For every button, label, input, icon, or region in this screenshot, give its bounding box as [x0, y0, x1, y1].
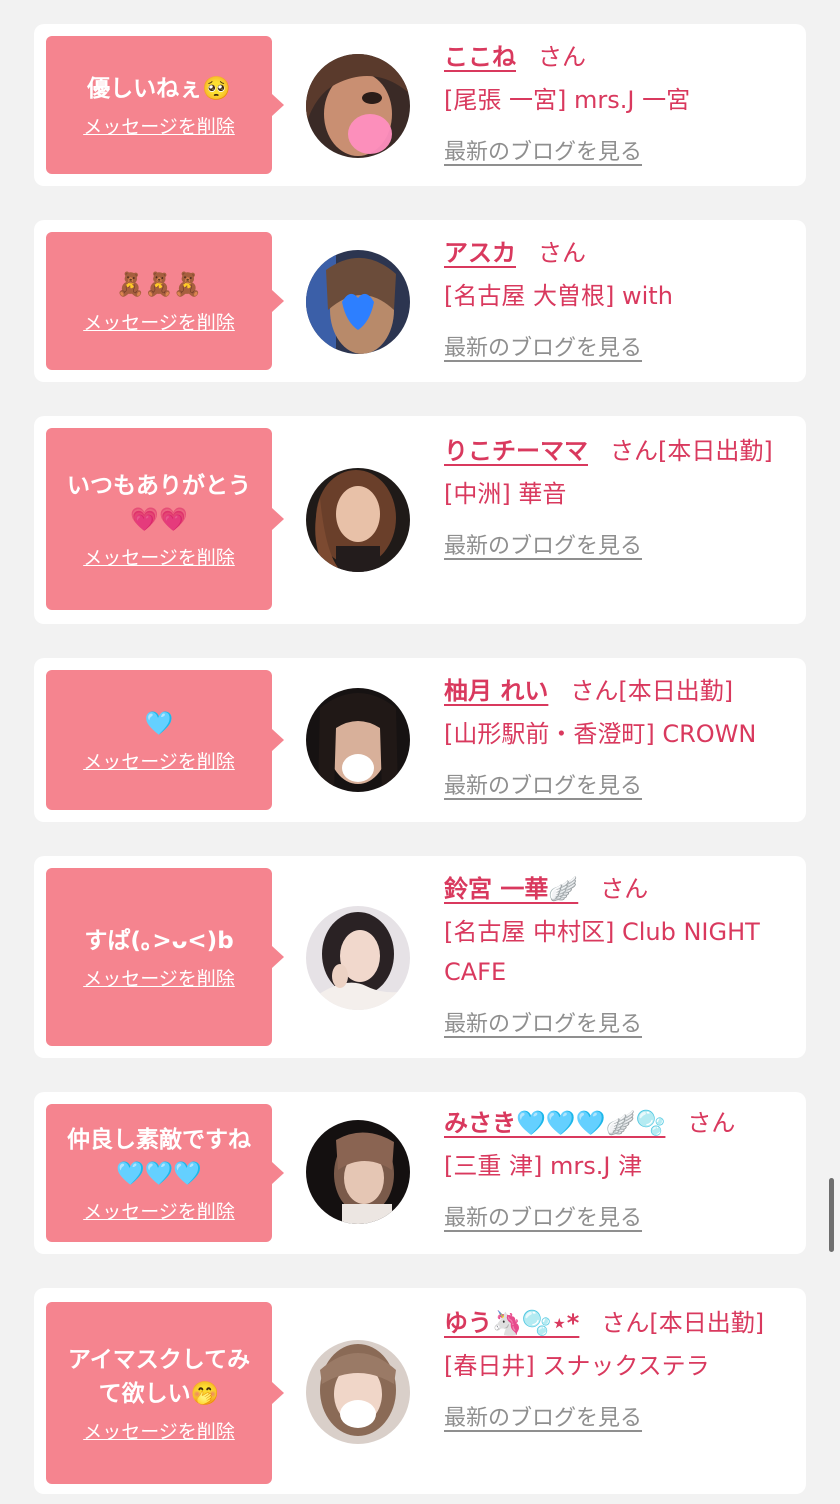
- delete-message-link[interactable]: メッセージを削除: [83, 308, 235, 335]
- delete-message-link[interactable]: メッセージを削除: [83, 1197, 235, 1224]
- latest-blog-link[interactable]: 最新のブログを見る: [444, 134, 642, 166]
- honorific: さん: [600, 875, 649, 903]
- sender-name-link[interactable]: 鈴宮 一華🪽: [444, 875, 578, 903]
- sender-name-link[interactable]: アスカ: [444, 239, 516, 267]
- shop-name: [尾張 一宮] mrs.J 一宮: [444, 86, 691, 114]
- shop-name: [名古屋 中村区] Club NIGHT CAFE: [444, 918, 760, 986]
- delete-message-link[interactable]: メッセージを削除: [83, 112, 235, 139]
- message-card: 🧸🧸🧸 メッセージを削除 アスカ さん [名古屋 大曽根] with 最新のブログ…: [34, 220, 806, 382]
- delete-message-link[interactable]: メッセージを削除: [83, 747, 235, 774]
- message-text: アイマスクしてみ て欲しい🤭: [67, 1346, 251, 1407]
- message-text: いつもありがとう 💗💗: [67, 472, 251, 533]
- message-card: アイマスクしてみ て欲しい🤭 メッセージを削除 ゆう🦄🫧⋆* さん[本日出勤] […: [34, 1288, 806, 1494]
- latest-blog-link[interactable]: 最新のブログを見る: [444, 1400, 642, 1432]
- message-text: 優しいねぇ🥺: [87, 75, 231, 102]
- latest-blog-link[interactable]: 最新のブログを見る: [444, 528, 642, 560]
- sender-name-link[interactable]: ここね: [444, 43, 516, 71]
- message-bubble: 🩵 メッセージを削除: [46, 670, 284, 810]
- avatar[interactable]: [306, 468, 410, 572]
- avatar[interactable]: [306, 250, 410, 354]
- avatar[interactable]: [306, 1340, 410, 1444]
- message-card: 仲良し素敵ですね 🩵🩵🩵 メッセージを削除 みさき🩵🩵🩵🪽🫧 さん [三重 津] …: [34, 1092, 806, 1254]
- sender-info: ゆう🦄🫧⋆* さん[本日出勤] [春日井] スナックステラ 最新のブログを見る: [444, 1302, 796, 1432]
- sender-name-link[interactable]: みさき🩵🩵🩵🪽🫧: [444, 1109, 665, 1137]
- latest-blog-link[interactable]: 最新のブログを見る: [444, 330, 642, 362]
- avatar[interactable]: [306, 54, 410, 158]
- scrollbar[interactable]: [829, 1178, 834, 1252]
- honorific: さん[本日出勤]: [570, 677, 734, 705]
- message-bubble: アイマスクしてみ て欲しい🤭 メッセージを削除: [46, 1302, 284, 1484]
- latest-blog-link[interactable]: 最新のブログを見る: [444, 768, 642, 800]
- honorific: さん: [687, 1109, 736, 1137]
- honorific: さん[本日出勤]: [610, 437, 773, 465]
- message-bubble: 仲良し素敵ですね 🩵🩵🩵 メッセージを削除: [46, 1104, 284, 1242]
- avatar[interactable]: [306, 906, 410, 1010]
- delete-message-link[interactable]: メッセージを削除: [83, 1417, 235, 1444]
- message-card: 🩵 メッセージを削除 柚月 れい さん[本日出勤] [山形駅前・香澄町] CROW…: [34, 658, 806, 822]
- message-text: 🧸🧸🧸: [116, 271, 202, 298]
- honorific: さん[本日出勤]: [601, 1309, 765, 1337]
- delete-message-link[interactable]: メッセージを削除: [83, 964, 235, 991]
- shop-name: [名古屋 大曽根] with: [444, 282, 673, 310]
- delete-message-link[interactable]: メッセージを削除: [83, 543, 235, 570]
- message-text: 🩵: [144, 710, 174, 737]
- latest-blog-link[interactable]: 最新のブログを見る: [444, 1200, 642, 1232]
- message-card: 優しいねぇ🥺 メッセージを削除 ここね さん [尾張 一宮] mrs.J 一宮 最…: [34, 24, 806, 186]
- message-bubble: 優しいねぇ🥺 メッセージを削除: [46, 36, 284, 174]
- sender-name-link[interactable]: 柚月 れい: [444, 677, 548, 705]
- message-text: すぱ(｡>ᴗ<)b: [84, 927, 234, 954]
- honorific: さん: [538, 239, 586, 267]
- message-bubble: 🧸🧸🧸 メッセージを削除: [46, 232, 284, 370]
- avatar[interactable]: [306, 688, 410, 792]
- message-card: すぱ(｡>ᴗ<)b メッセージを削除 鈴宮 一華🪽 さん [名古屋 中村区] Cl…: [34, 856, 806, 1058]
- sender-name-link[interactable]: りこチーママ: [444, 437, 588, 465]
- sender-info: アスカ さん [名古屋 大曽根] with 最新のブログを見る: [444, 232, 796, 362]
- shop-name: [春日井] スナックステラ: [444, 1352, 710, 1380]
- latest-blog-link[interactable]: 最新のブログを見る: [444, 1006, 642, 1038]
- message-bubble: いつもありがとう 💗💗 メッセージを削除: [46, 428, 284, 610]
- sender-info: 鈴宮 一華🪽 さん [名古屋 中村区] Club NIGHT CAFE 最新のブロ…: [444, 868, 796, 1038]
- sender-info: 柚月 れい さん[本日出勤] [山形駅前・香澄町] CROWN 最新のブログを見る: [444, 670, 796, 800]
- honorific: さん: [538, 43, 586, 71]
- shop-name: [山形駅前・香澄町] CROWN: [444, 720, 757, 748]
- shop-name: [三重 津] mrs.J 津: [444, 1152, 643, 1180]
- sender-info: ここね さん [尾張 一宮] mrs.J 一宮 最新のブログを見る: [444, 36, 796, 166]
- message-bubble: すぱ(｡>ᴗ<)b メッセージを削除: [46, 868, 284, 1046]
- sender-info: みさき🩵🩵🩵🪽🫧 さん [三重 津] mrs.J 津 最新のブログを見る: [444, 1102, 796, 1232]
- message-card: いつもありがとう 💗💗 メッセージを削除 りこチーママ さん[本日出勤] [中洲]…: [34, 416, 806, 624]
- sender-info: りこチーママ さん[本日出勤] [中洲] 華音 最新のブログを見る: [444, 430, 796, 560]
- avatar[interactable]: [306, 1120, 410, 1224]
- message-text: 仲良し素敵ですね 🩵🩵🩵: [67, 1126, 251, 1187]
- shop-name: [中洲] 華音: [444, 480, 567, 508]
- sender-name-link[interactable]: ゆう🦄🫧⋆*: [444, 1309, 579, 1337]
